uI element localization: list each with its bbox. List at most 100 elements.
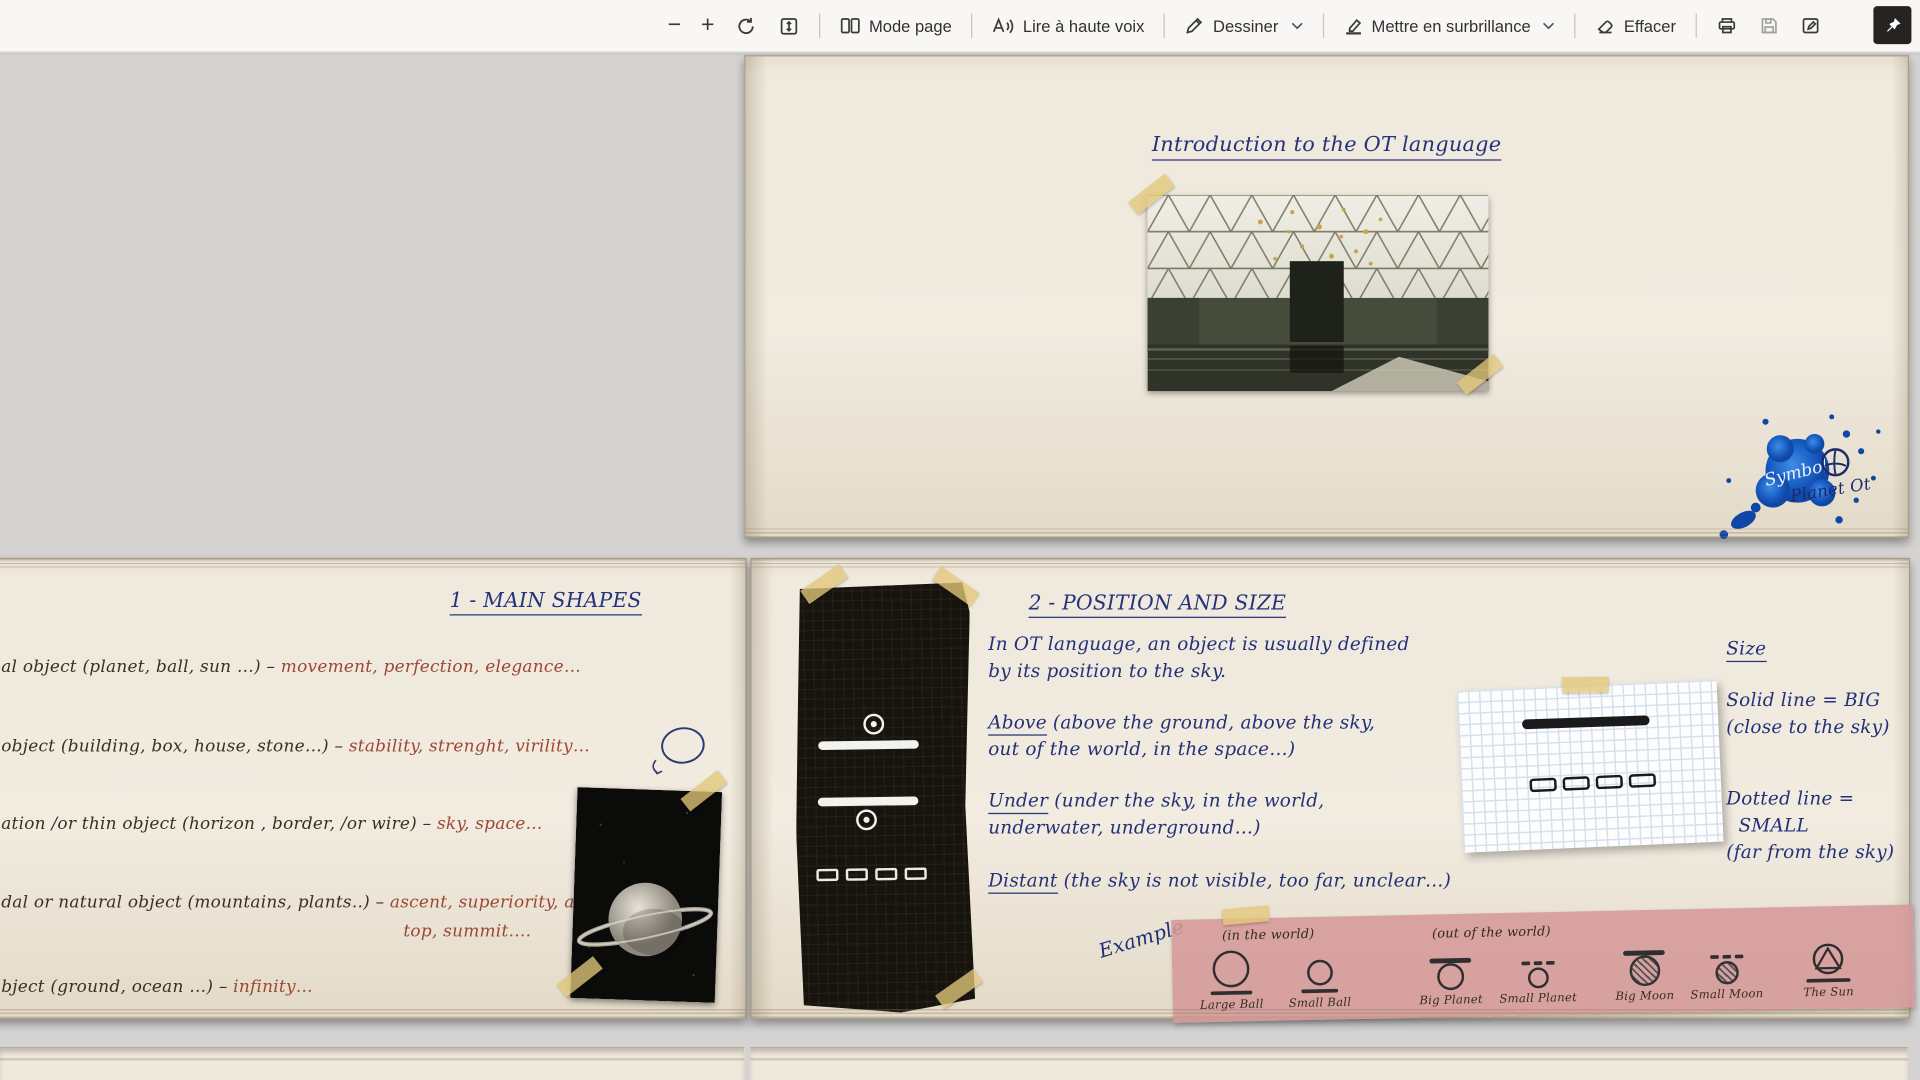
shape-item: bject (ground, ocean …) – infinity…: [1, 977, 313, 997]
pdf-viewer: − + Mode page Lire à haute voix De: [0, 0, 1920, 1080]
chevron-down-icon: [1291, 22, 1303, 29]
above-symbol-line: [818, 740, 919, 750]
example-caption: Small Moon: [1690, 987, 1763, 1002]
eraser-icon: [1596, 16, 1616, 36]
example-small-ball: Small Ball: [1279, 941, 1359, 1011]
example-big-moon: Big Moon: [1604, 934, 1684, 1004]
under-symbol-circle: [856, 809, 877, 830]
example-small-planet: Small Planet: [1498, 936, 1578, 1006]
zoom-reset-button[interactable]: [724, 7, 767, 44]
highlighter-icon: [1343, 16, 1363, 36]
fit-page-icon: [778, 15, 799, 36]
dash: [1710, 955, 1719, 959]
dash: [1545, 961, 1554, 965]
example-caption: Small Ball: [1289, 996, 1352, 1011]
dotted-line-example: [1529, 773, 1656, 792]
save-button[interactable]: [1748, 7, 1790, 44]
next-page-top-edge-right: [750, 1047, 1907, 1080]
zoom-in-button[interactable]: +: [691, 7, 724, 44]
shape-meaning-text: infinity…: [233, 977, 313, 997]
dash: [875, 868, 897, 881]
zoom-out-icon: −: [668, 12, 682, 39]
example-large-ball: Large Ball: [1191, 942, 1271, 1012]
erase-label: Effacer: [1624, 17, 1676, 35]
pin-icon: [1883, 15, 1903, 35]
under-symbol-line: [818, 796, 919, 806]
size-line4: SMALL: [1739, 814, 1809, 836]
sky-dashed-line: [1521, 961, 1554, 965]
grid-note: [1457, 680, 1724, 853]
pin-toolbar-button[interactable]: [1873, 6, 1911, 44]
page-mode-button[interactable]: Mode page: [829, 7, 963, 44]
example-the-sun: The Sun: [1788, 930, 1868, 1000]
dash: [1521, 962, 1530, 966]
toolbar-center-group: − + Mode page Lire à haute voix De: [658, 7, 1832, 44]
shape-meaning-text: movement, perfection, elegance…: [281, 657, 581, 677]
example-big-planet: Big Planet: [1411, 938, 1491, 1008]
position-intro-line2: by its position to the sky.: [988, 660, 1226, 682]
sun-icon: [1809, 942, 1846, 977]
above-term: Above: [988, 711, 1047, 736]
edit-notes-button[interactable]: [1790, 7, 1832, 44]
example-small-moon: Small Moon: [1686, 932, 1766, 1002]
highlight-button[interactable]: Mettre en surbrillance: [1332, 7, 1566, 44]
erase-button[interactable]: Effacer: [1585, 7, 1687, 44]
ground-line: [1211, 990, 1253, 995]
examples-strip: (in the world) (out of the world) Large …: [1171, 904, 1915, 1022]
dome-photo: [1148, 195, 1489, 391]
shape-object-text: al object (planet, ball, sun …) –: [1, 657, 275, 677]
tape-piece: [1222, 905, 1270, 925]
draw-label: Dessiner: [1213, 17, 1278, 35]
screen: − + Mode page Lire à haute voix De: [0, 0, 1920, 1080]
under-definition: Under (under the sky, in the world,: [988, 790, 1324, 812]
dash: [1562, 776, 1590, 791]
read-aloud-button[interactable]: Lire à haute voix: [981, 7, 1155, 44]
toolbar-separator: [1575, 13, 1576, 38]
dash: [1734, 955, 1743, 959]
fit-page-button[interactable]: [767, 7, 810, 44]
toolbar-separator: [819, 13, 820, 38]
shape-item: object (building, box, house, stone…) – …: [1, 737, 590, 757]
distant-rest: (the sky is not visible, too far, unclea…: [1058, 869, 1451, 891]
dash: [846, 868, 868, 881]
page-intro: Introduction to the OT language: [744, 55, 1909, 538]
toolbar-separator: [971, 13, 972, 38]
shape-object-text: ation /or thin object (horizon , border,…: [1, 814, 431, 834]
under-rest: (under the sky, in the world,: [1048, 790, 1324, 812]
dash: [1629, 773, 1657, 788]
page-mode-icon: [840, 16, 861, 36]
above-rest: (above the ground, above the sky,: [1047, 711, 1375, 733]
print-icon: [1716, 16, 1737, 36]
print-button[interactable]: [1705, 7, 1748, 44]
document-canvas[interactable]: Introduction to the OT language: [0, 53, 1920, 1080]
dash: [1596, 775, 1624, 790]
small-ball-icon: [1306, 959, 1332, 985]
draw-options-chevron[interactable]: [1291, 22, 1303, 29]
dash: [1533, 961, 1542, 965]
next-page-top-edge-left: [0, 1047, 744, 1080]
ground-line: [1301, 988, 1338, 993]
zoom-out-button[interactable]: −: [658, 7, 691, 44]
small-planet-icon: [1527, 967, 1548, 988]
large-ball-icon: [1212, 950, 1250, 988]
highlight-options-chevron[interactable]: [1543, 22, 1555, 29]
size-line3: Dotted line =: [1726, 787, 1854, 809]
draw-button[interactable]: Dessiner: [1174, 7, 1314, 44]
sky-dashed-line: [1710, 955, 1743, 959]
example-caption: Small Planet: [1499, 991, 1577, 1006]
zoom-reset-icon: [735, 15, 756, 36]
big-planet-icon: [1437, 963, 1465, 991]
size-line5: (far from the sky): [1726, 841, 1894, 863]
shape-meaning-cont-text: top, summit….: [403, 922, 531, 942]
shape-object-text: bject (ground, ocean …) –: [1, 977, 227, 997]
draw-pen-icon: [1185, 16, 1205, 36]
page-position-size: 2 - POSITION AND SIZE In OT language, an…: [750, 558, 1910, 1019]
shape-object-text: object (building, box, house, stone…) –: [1, 737, 343, 757]
example-caption: Large Ball: [1200, 998, 1264, 1013]
size-title: Size: [1726, 638, 1766, 663]
planet-ot-symbol-icon: [1819, 446, 1851, 478]
page-position-title: 2 - POSITION AND SIZE: [1029, 591, 1287, 618]
distant-symbol-dashes: [816, 867, 927, 881]
position-intro-line1: In OT language, an object is usually def…: [988, 633, 1409, 655]
size-line2: (close to the sky): [1726, 716, 1889, 738]
